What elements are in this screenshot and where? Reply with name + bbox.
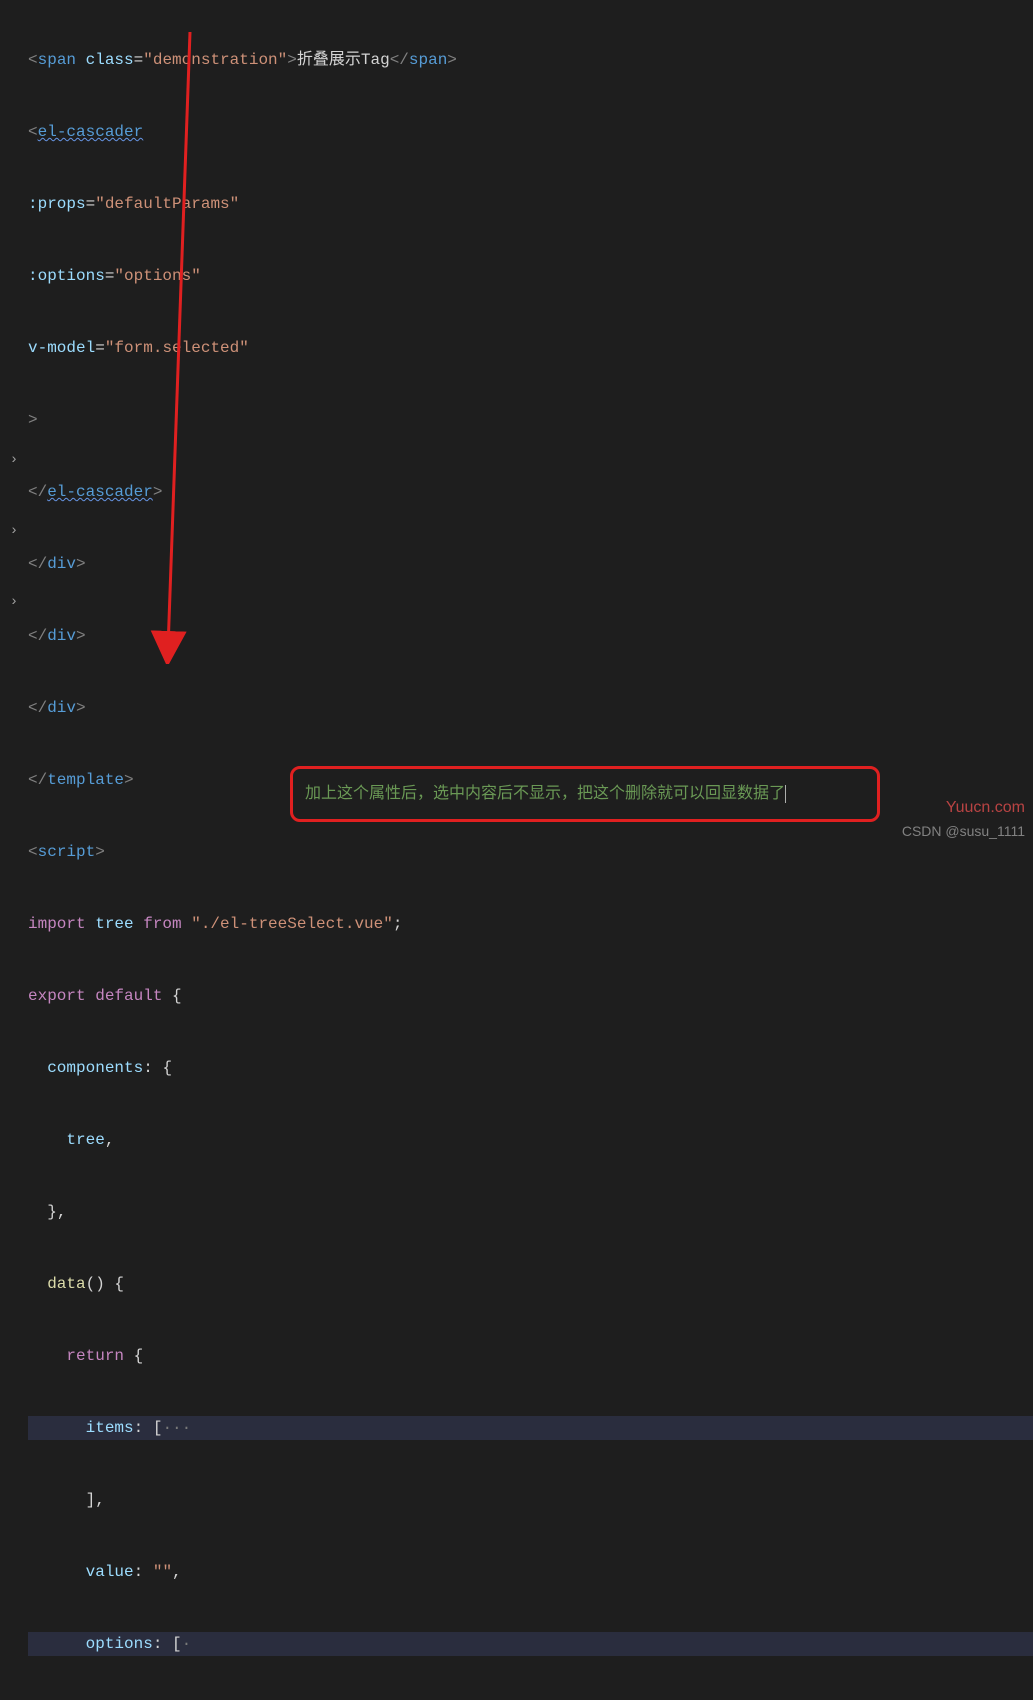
code-line: import tree from "./el-treeSelect.vue"; xyxy=(28,912,1033,936)
code-line: }, xyxy=(28,1200,1033,1224)
code-line: <span class="demonstration">折叠展示Tag</spa… xyxy=(28,48,1033,72)
code-line: :options="options" xyxy=(28,264,1033,288)
code-line: ], xyxy=(28,1488,1033,1512)
code-line: options: [· xyxy=(28,1632,1033,1656)
fold-icon[interactable]: › xyxy=(10,521,18,542)
code-line: </div> xyxy=(28,696,1033,720)
code-line: :props="defaultParams" xyxy=(28,192,1033,216)
code-line: export default { xyxy=(28,984,1033,1008)
code-line: components: { xyxy=(28,1056,1033,1080)
code-line: value: "", xyxy=(28,1560,1033,1584)
code-area[interactable]: <span class="demonstration">折叠展示Tag</spa… xyxy=(28,0,1033,850)
code-line: > xyxy=(28,408,1033,432)
code-line: </div> xyxy=(28,624,1033,648)
code-line: items: [··· xyxy=(28,1416,1033,1440)
code-line: </div> xyxy=(28,552,1033,576)
code-line: return { xyxy=(28,1344,1033,1368)
code-line: data() { xyxy=(28,1272,1033,1296)
code-line: <script> xyxy=(28,840,1033,864)
code-line: <el-cascader xyxy=(28,120,1033,144)
callout-text: 加上这个属性后，选中内容后不显示，把这个删除就可以回显数据了 xyxy=(305,782,785,806)
code-line: v-model="form.selected" xyxy=(28,336,1033,360)
code-line: tree, xyxy=(28,1128,1033,1152)
annotation-callout: 加上这个属性后，选中内容后不显示，把这个删除就可以回显数据了 xyxy=(290,766,880,822)
code-line: </el-cascader> xyxy=(28,480,1033,504)
code-editor[interactable]: › › › <span class="demonstration">折叠展示Ta… xyxy=(0,0,1033,850)
watermark: Yuucn.com xyxy=(946,796,1025,820)
fold-icon[interactable]: › xyxy=(10,450,18,471)
gutter: › › › xyxy=(0,0,28,850)
fold-icon[interactable]: › xyxy=(10,592,18,613)
watermark: CSDN @susu_1111 xyxy=(902,821,1025,842)
